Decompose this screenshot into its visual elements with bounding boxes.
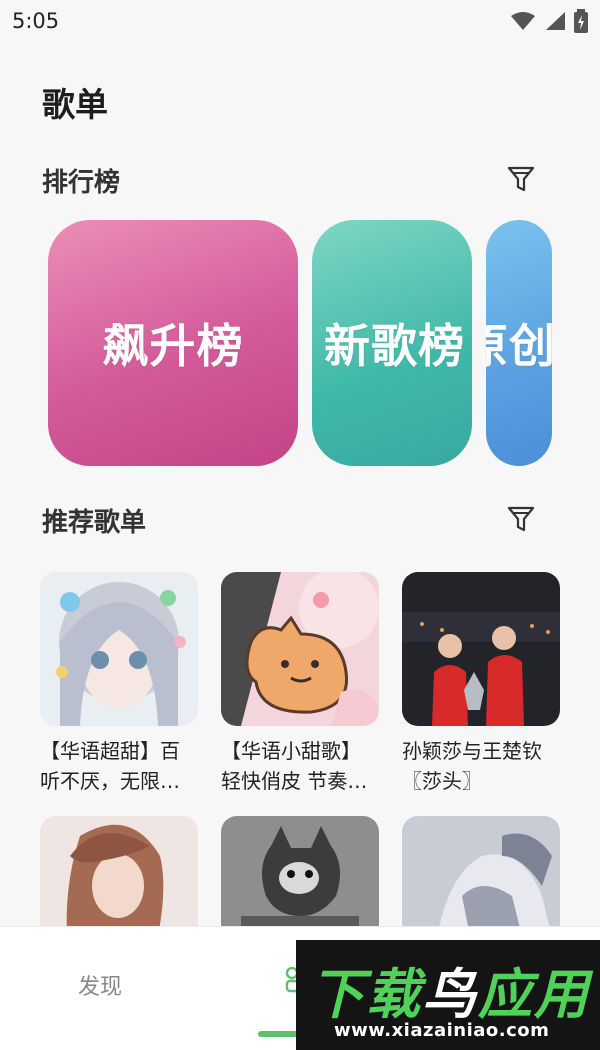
watermark: 下载鸟应用 www.xiazainiao.com [296, 940, 600, 1050]
battery-charging-icon [574, 9, 588, 33]
playlist-cover [40, 572, 198, 726]
nav-tab-discover[interactable]: 发现 [78, 969, 122, 1001]
playlist-title: 【华语小甜歌】轻快俏皮 节奏… [221, 739, 368, 793]
rank-card-label: 飙升榜 [102, 319, 244, 373]
watermark-brand: 下载鸟应用 [310, 963, 590, 1026]
rank-carousel[interactable]: 飙升榜 新歌榜 原创 [0, 218, 600, 468]
watermark-url: www.xiazainiao.com [334, 1020, 550, 1041]
filter-icon[interactable] [506, 504, 536, 534]
rank-card-label: 原创 [486, 319, 552, 373]
rank-card-original[interactable]: 原创 [486, 220, 552, 466]
page-title: 歌单 [42, 85, 108, 124]
status-icons [510, 9, 588, 33]
playlist-cover [221, 572, 379, 726]
status-time: 5:05 [12, 9, 60, 33]
filter-icon[interactable] [506, 164, 536, 194]
playlist-card[interactable]: 【华语超甜】百听不厌，无限循… [40, 572, 198, 796]
wifi-icon [511, 12, 535, 30]
rank-card-soaring[interactable]: 飙升榜 [48, 220, 298, 466]
recommend-section-title: 推荐歌单 [42, 508, 147, 538]
status-bar: 5:05 [0, 0, 600, 42]
playlist-card[interactable]: 【华语小甜歌】轻快俏皮 节奏… [221, 572, 379, 796]
rank-card-label: 新歌榜 [324, 319, 465, 373]
rank-card-new-songs[interactable]: 新歌榜 [312, 220, 472, 466]
playlist-title: 【华语超甜】百听不厌，无限循… [40, 739, 180, 793]
playlist-cover [402, 572, 560, 726]
playlist-title: 孙颖莎与王楚钦〖莎头〗 [402, 739, 542, 793]
signal-icon [546, 12, 565, 30]
playlist-card[interactable]: 孙颖莎与王楚钦〖莎头〗 [402, 572, 560, 796]
rank-section-title: 排行榜 [42, 168, 121, 198]
